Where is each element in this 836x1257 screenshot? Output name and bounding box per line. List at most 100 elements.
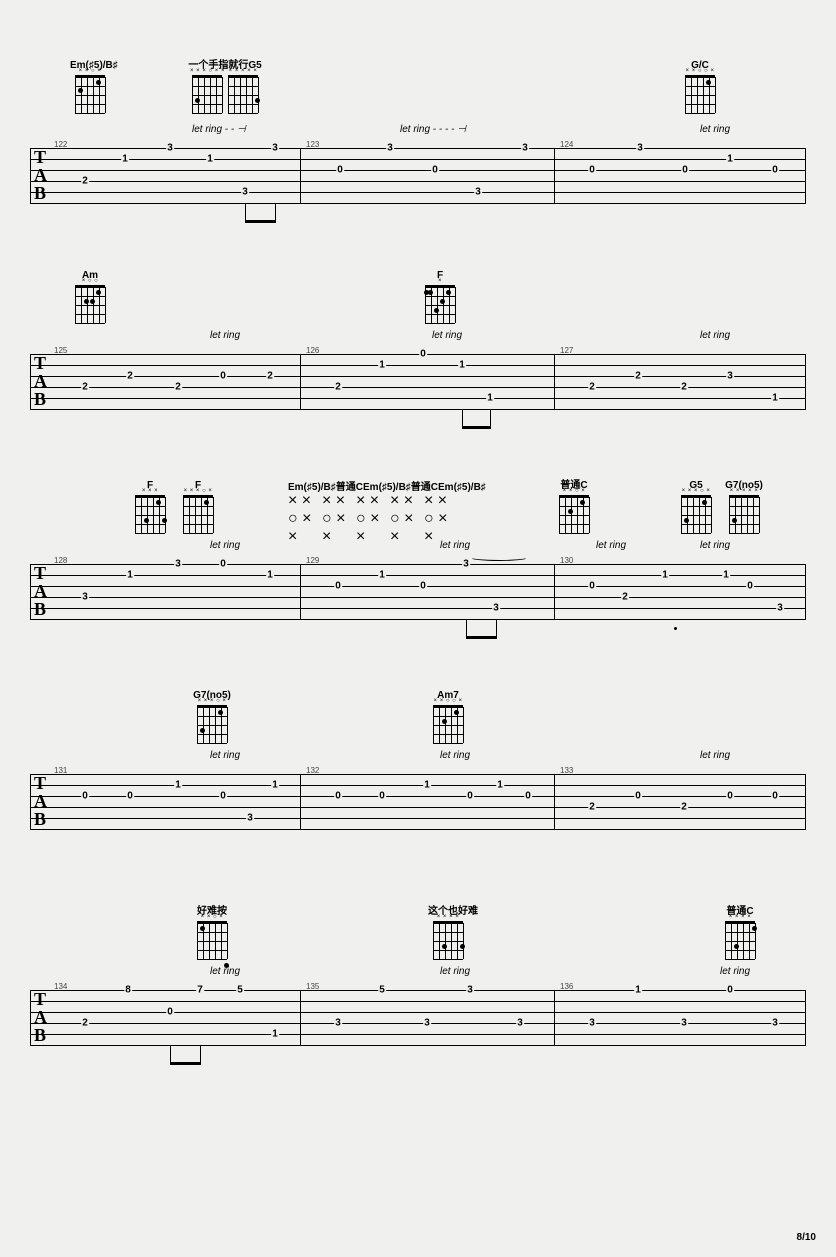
fret-number: 1 bbox=[271, 780, 279, 791]
let-ring-annotation: let ring bbox=[440, 966, 470, 977]
chord-diagram: F × × × ○ × bbox=[178, 480, 218, 533]
fret-number: 3 bbox=[521, 143, 529, 154]
fret-number: 0 bbox=[126, 791, 134, 802]
fret-number: 3 bbox=[516, 1018, 524, 1029]
tab-staff-row: TAB 2 8 0 7 5 1 3 5 3 3 3 3 1 3 0 3 bbox=[30, 990, 806, 1045]
chord-diagram: G7(no5) × × × × × bbox=[724, 480, 764, 533]
chord-diagram: Em(♯5)/B♯ × × ○ × bbox=[70, 60, 110, 113]
fret-number: 3 bbox=[423, 1018, 431, 1029]
fret-number: 3 bbox=[771, 1018, 779, 1029]
fret-number: 2 bbox=[126, 371, 134, 382]
let-ring-annotation: let ring bbox=[210, 540, 240, 551]
fret-number: 0 bbox=[634, 791, 642, 802]
tab-staff-row: TAB 2 2 2 0 2 2 1 0 1 1 2 2 2 3 1 bbox=[30, 354, 806, 409]
fret-number: 1 bbox=[661, 570, 669, 581]
let-ring-annotation: let ring bbox=[700, 124, 730, 135]
tab-staff-row: TAB 2 1 3 1 3 3 0 3 0 3 3 0 3 0 1 0 bbox=[30, 148, 806, 203]
fret-number: 2 bbox=[81, 176, 89, 187]
fret-number: 0 bbox=[334, 581, 342, 592]
tab-clef: TAB bbox=[34, 774, 47, 828]
fret-number: 0 bbox=[726, 985, 734, 996]
chord-diagram: 一个手指就行G5 × × × ○ × × × × × × × bbox=[175, 60, 275, 113]
chord-diagram: F × bbox=[420, 270, 460, 323]
fret-number: 0 bbox=[334, 791, 342, 802]
fret-number: 1 bbox=[458, 360, 466, 371]
fret-number: 0 bbox=[466, 791, 474, 802]
chord-diagram: 普通C × × ○ × bbox=[554, 480, 594, 533]
let-ring-annotation: let ring - - - - ⊣ bbox=[400, 124, 466, 135]
chord-diagram: G7(no5) × × × ○ × bbox=[192, 690, 232, 743]
fret-number: 1 bbox=[206, 154, 214, 165]
fret-number: 0 bbox=[219, 559, 227, 570]
fret-number: 2 bbox=[588, 382, 596, 393]
chord-diagram: 好难按 × × ○ × bbox=[192, 906, 232, 959]
fret-number: 1 bbox=[126, 570, 134, 581]
chord-diagram: Am7 × × ○ ○ × bbox=[428, 690, 468, 743]
fret-number: 0 bbox=[726, 791, 734, 802]
chord-diagram: G/C × × ○ ○ × bbox=[680, 60, 720, 113]
fret-number: 3 bbox=[462, 559, 470, 570]
let-ring-annotation: let ring bbox=[700, 750, 730, 761]
fret-number: 0 bbox=[419, 349, 427, 360]
fret-number: 7 bbox=[196, 985, 204, 996]
fret-number: 5 bbox=[378, 985, 386, 996]
fret-number: 2 bbox=[81, 1018, 89, 1029]
fret-number: 1 bbox=[486, 393, 494, 404]
fret-number: 0 bbox=[524, 791, 532, 802]
fret-number: 3 bbox=[474, 187, 482, 198]
fret-number: 3 bbox=[636, 143, 644, 154]
let-ring-annotation: let ring bbox=[210, 966, 240, 977]
fret-number: 3 bbox=[241, 187, 249, 198]
fret-number: 1 bbox=[378, 570, 386, 581]
tab-clef: TAB bbox=[34, 564, 47, 618]
fret-number: 1 bbox=[271, 1029, 279, 1040]
fret-number: 3 bbox=[726, 371, 734, 382]
fret-number: 0 bbox=[336, 165, 344, 176]
fret-number: 0 bbox=[219, 371, 227, 382]
tab-clef: TAB bbox=[34, 990, 47, 1044]
fret-number: 0 bbox=[681, 165, 689, 176]
fret-number: 1 bbox=[726, 154, 734, 165]
chord-diagram-group: × × ○ × × × × ○ × × × × ○ × × × × ○ × × … bbox=[288, 492, 454, 546]
let-ring-annotation: let ring bbox=[700, 540, 730, 551]
fret-number: 2 bbox=[334, 382, 342, 393]
fret-number: 1 bbox=[496, 780, 504, 791]
fret-number: 3 bbox=[776, 603, 784, 614]
let-ring-annotation: let ring bbox=[210, 330, 240, 341]
tab-clef: TAB bbox=[34, 354, 47, 408]
fret-number: 2 bbox=[680, 802, 688, 813]
fret-number: 1 bbox=[378, 360, 386, 371]
fret-number: 1 bbox=[634, 985, 642, 996]
chord-diagram: 这个也好难 × × × × bbox=[428, 906, 468, 959]
fret-number: 2 bbox=[81, 382, 89, 393]
fret-number: 3 bbox=[174, 559, 182, 570]
fret-number: 3 bbox=[334, 1018, 342, 1029]
tab-clef: TAB bbox=[34, 148, 47, 202]
let-ring-annotation: let ring - - ⊣ bbox=[192, 124, 246, 135]
let-ring-annotation: let ring bbox=[720, 966, 750, 977]
fret-number: 3 bbox=[466, 985, 474, 996]
chord-diagram: G5 × × × ○ × bbox=[676, 480, 716, 533]
fret-number: 0 bbox=[746, 581, 754, 592]
fret-number: 3 bbox=[166, 143, 174, 154]
chord-diagram: Am × ○ ○ bbox=[70, 270, 110, 323]
fret-number: 0 bbox=[81, 791, 89, 802]
fret-number: 2 bbox=[588, 802, 596, 813]
let-ring-annotation: let ring bbox=[210, 750, 240, 761]
fret-number: 3 bbox=[492, 603, 500, 614]
let-ring-annotation: let ring bbox=[432, 330, 462, 341]
fret-number: 2 bbox=[266, 371, 274, 382]
fret-number: 5 bbox=[236, 985, 244, 996]
fret-number: 0 bbox=[588, 165, 596, 176]
let-ring-annotation: let ring bbox=[440, 540, 470, 551]
fret-number: 1 bbox=[266, 570, 274, 581]
guitar-tab-page: Em(♯5)/B♯ × × ○ × 一个手指就行G5 × × × ○ × × ×… bbox=[0, 0, 836, 1257]
fret-number: 2 bbox=[621, 592, 629, 603]
fret-number: 0 bbox=[378, 791, 386, 802]
fret-number: 3 bbox=[386, 143, 394, 154]
chord-diagram: F × × × bbox=[130, 480, 170, 533]
fret-number: 1 bbox=[121, 154, 129, 165]
page-number: 8/10 bbox=[797, 1232, 816, 1243]
fret-number: 0 bbox=[431, 165, 439, 176]
fret-number: 3 bbox=[81, 592, 89, 603]
